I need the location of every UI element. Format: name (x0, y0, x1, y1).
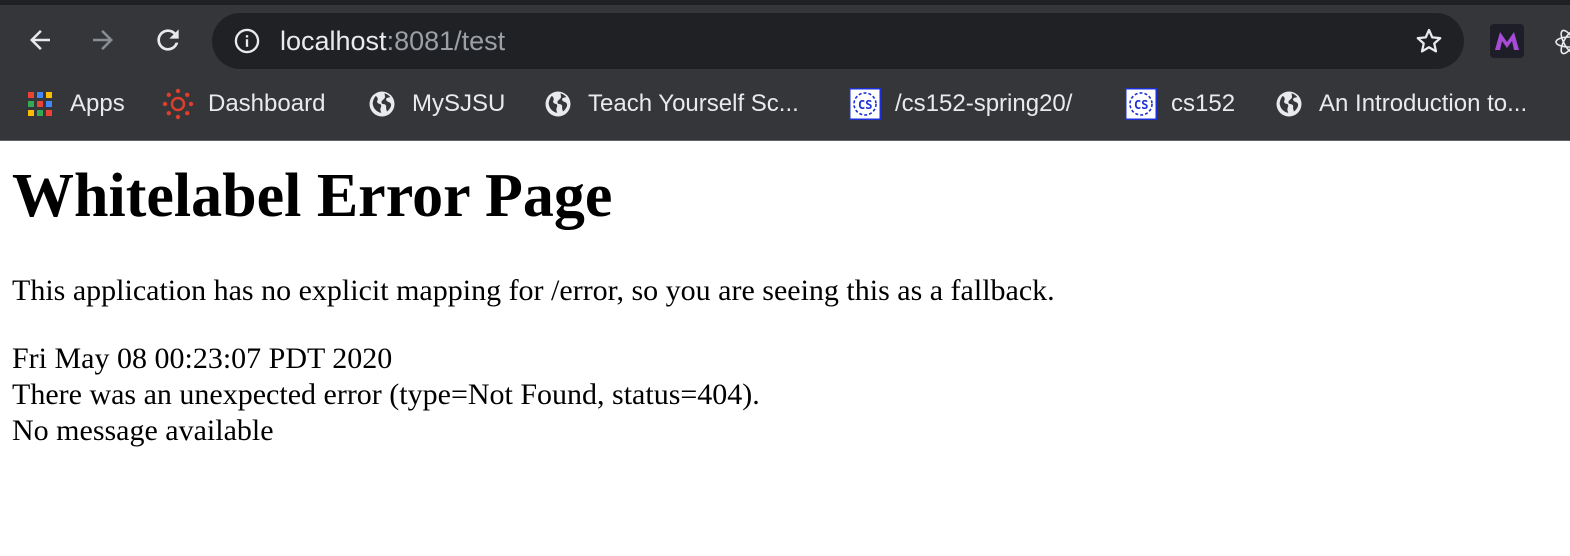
browser-toolbar: localhost:8081/test (0, 5, 1570, 75)
m-extension-icon[interactable] (1490, 24, 1524, 58)
bookmark-apps[interactable]: Apps (24, 87, 125, 121)
info-icon[interactable] (233, 27, 261, 55)
svg-text:CS: CS (858, 98, 872, 112)
toolbar-divider (0, 140, 1570, 141)
atom-icon (1555, 29, 1570, 55)
svg-text:CS: CS (1134, 98, 1148, 112)
cs-favicon-icon: CS (849, 88, 881, 120)
address-bar[interactable]: localhost:8081/test (212, 13, 1464, 69)
star-icon[interactable] (1414, 26, 1444, 56)
bookmark-mysjsu[interactable]: MySJSU (366, 87, 505, 121)
bookmark-label: Dashboard (208, 90, 326, 117)
back-button[interactable] (20, 20, 60, 60)
bookmark-label: Teach Yourself Sc... (588, 90, 799, 117)
canvas-icon (162, 88, 194, 120)
error-details: Fri May 08 00:23:07 PDT 2020 There was a… (12, 341, 760, 449)
bookmark-cs152-spring20[interactable]: CS /cs152-spring20/ (849, 87, 1072, 121)
reload-icon (157, 29, 179, 51)
globe-icon (1273, 88, 1305, 120)
error-status-line: There was an unexpected error (type=Not … (12, 378, 760, 411)
bookmark-label: MySJSU (412, 90, 506, 117)
apps-grid-icon (24, 88, 56, 120)
arrow-right-icon (93, 30, 113, 50)
bookmark-label: cs152 (1171, 90, 1236, 117)
bookmark-label: /cs152-spring20/ (895, 90, 1073, 117)
error-description: This application has no explicit mapping… (12, 274, 1055, 307)
forward-button[interactable] (83, 20, 123, 60)
globe-icon (366, 88, 398, 120)
atom-extension-icon[interactable] (1552, 25, 1570, 59)
browser-chrome: localhost:8081/test Apps Dashboard MySJS… (0, 0, 1570, 141)
reload-button[interactable] (148, 20, 188, 60)
bookmark-cs152[interactable]: CS cs152 (1125, 87, 1235, 121)
error-message: No message available (12, 414, 274, 447)
url-host: localhost (280, 26, 387, 56)
page-title: Whitelabel Error Page (12, 162, 613, 230)
bookmark-teach-yourself[interactable]: Teach Yourself Sc... (542, 87, 799, 121)
url-path: :8081/test (386, 26, 506, 56)
url-text[interactable]: localhost:8081/test (280, 26, 505, 56)
bookmark-label: Apps (70, 90, 125, 117)
m-logo-icon (1495, 32, 1519, 50)
error-timestamp: Fri May 08 00:23:07 PDT 2020 (12, 342, 393, 375)
bookmarks-bar: Apps Dashboard MySJSU Teach Yourself Sc.… (0, 81, 1570, 127)
arrow-left-icon (30, 30, 50, 50)
bookmark-dashboard[interactable]: Dashboard (162, 87, 325, 121)
globe-icon (542, 88, 574, 120)
cs-favicon-icon: CS (1125, 88, 1157, 120)
bookmark-label: An Introduction to... (1319, 90, 1528, 117)
bookmark-introduction[interactable]: An Introduction to... (1273, 87, 1527, 121)
